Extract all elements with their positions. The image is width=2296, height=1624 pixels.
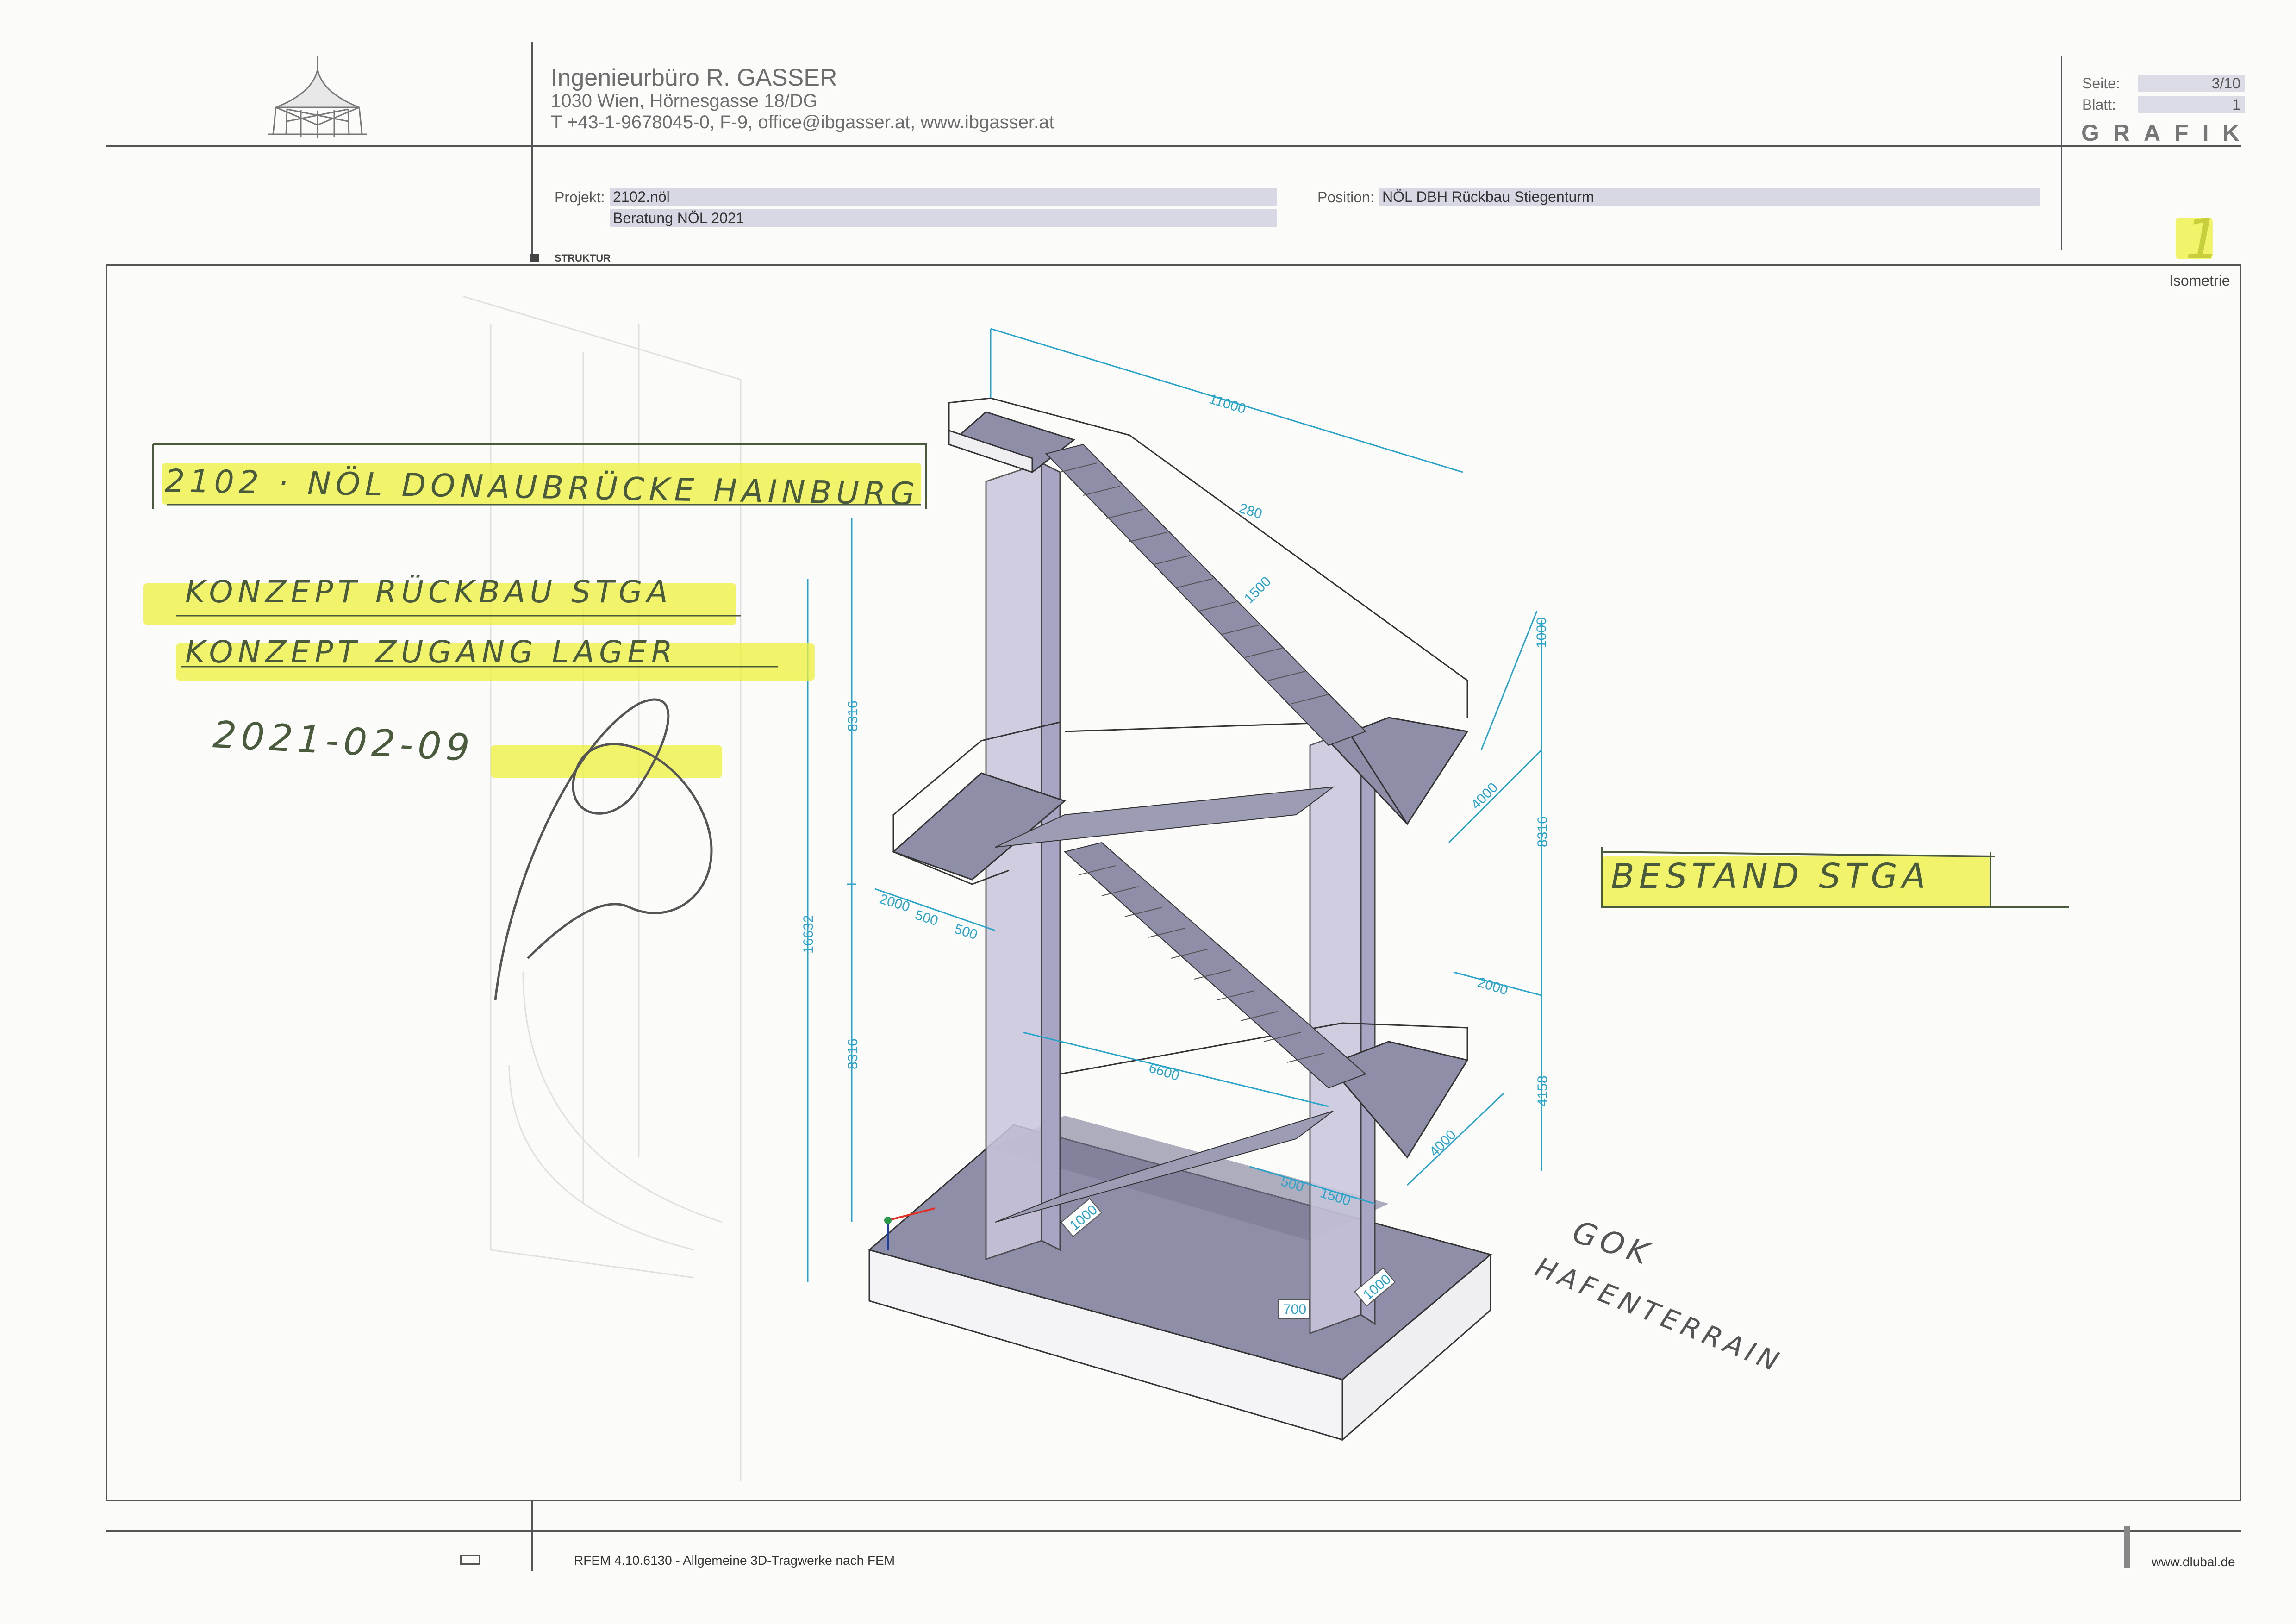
isometric-stair-drawing: 11000 280 1500 1000 4000 8316 8316 16632… [462,295,1550,1481]
dim-280: 280 [1237,500,1264,522]
footer-url: www.dlubal.de [2152,1555,2235,1569]
dim-700: 700 [1283,1302,1306,1317]
annotation-line2: KONZEPT RÜCKBAU STGA [185,574,673,610]
dim-11000: 11000 [1207,391,1248,417]
dim-6600: 6600 [1147,1060,1181,1084]
right-note: BESTAND STGA [1611,856,1930,896]
dim-4000-lower: 4000 [1427,1127,1460,1160]
dim-16632: 16632 [801,915,816,954]
dim-4158: 4158 [1535,1075,1550,1106]
footer-divider [531,1501,533,1571]
landings [892,397,1469,1159]
dim-1500-upper: 1500 [1242,574,1274,606]
footer-software: RFEM 4.10.6130 - Allgemeine 3D-Tragwerke… [574,1553,895,1568]
stair-treads [1060,462,1329,1063]
footer-bar-mark [2124,1526,2130,1568]
dim-1000-upper: 1000 [1534,617,1549,648]
annotation-line3: KONZEPT ZUGANG LAGER [185,634,677,670]
dim-2000-right: 2000 [1476,974,1510,998]
dim-2000-left: 2000 [878,891,911,915]
dim-8316-left-lower: 8316 [845,1038,861,1069]
dim-8316-right: 8316 [1535,816,1550,847]
dim-8316-left-upper: 8316 [845,700,861,731]
annotation-date-highlight [491,745,722,778]
dim-500-left-b: 500 [953,921,980,943]
footer-logo-icon [460,1555,480,1565]
footer-rule [106,1530,2241,1532]
